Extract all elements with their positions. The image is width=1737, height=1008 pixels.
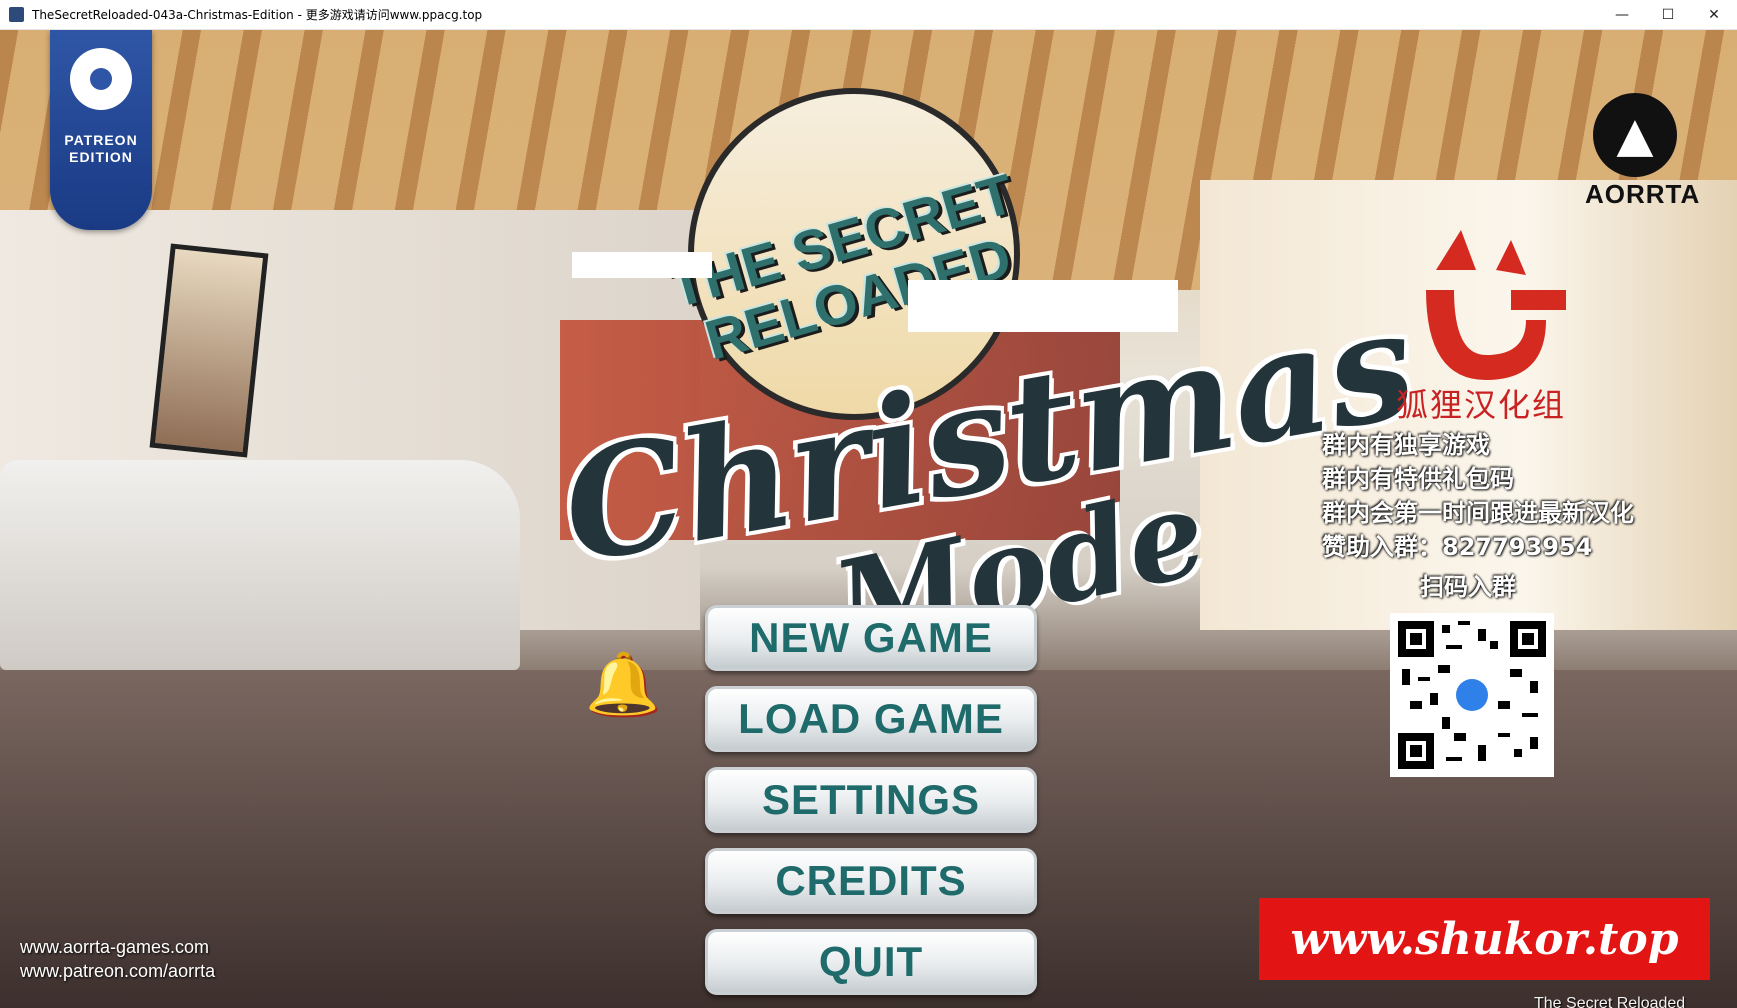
main-menu: NEW GAME LOAD GAME SETTINGS CREDITS QUIT	[705, 605, 1037, 1008]
quit-button[interactable]: QUIT	[705, 929, 1037, 995]
christmas-bells-icon: 🔔	[585, 649, 660, 719]
promo-line: 赞助入群：827793954	[1322, 533, 1593, 561]
qr-code-icon	[1390, 613, 1554, 777]
patreon-badge-line2: EDITION	[69, 149, 133, 165]
redaction-box	[572, 252, 712, 278]
footer-links: www.aorrta-games.com www.patreon.com/aor…	[20, 935, 215, 983]
aorrta-logo-icon: ▲	[1593, 93, 1677, 177]
close-button[interactable]: ✕	[1691, 0, 1737, 29]
window-titlebar: TheSecretReloaded-043a-Christmas-Edition…	[0, 0, 1737, 30]
background-sofa	[0, 460, 520, 670]
credits-button[interactable]: CREDITS	[705, 848, 1037, 914]
patreon-logo-icon	[70, 48, 132, 110]
studio-logo-text: AORRTA	[1585, 179, 1701, 209]
version-label: The Secret Reloaded v.0.4.3.a	[1534, 995, 1686, 1008]
patreon-badge-text: PATREON EDITION	[64, 132, 137, 166]
minimize-button[interactable]: —	[1599, 0, 1645, 29]
load-game-button[interactable]: LOAD GAME	[705, 686, 1037, 752]
app-icon	[9, 7, 24, 22]
watermark-banner: www.shukor.top	[1259, 898, 1710, 980]
translator-group-name: 狐狸汉化组	[1396, 386, 1567, 424]
game-scene: PATREON EDITION THE SECRET RELOADED Chri…	[0, 30, 1737, 1008]
fox-logo-icon	[1426, 230, 1566, 380]
maximize-button[interactable]: ☐	[1645, 0, 1691, 29]
promo-line: 群内有特供礼包码	[1322, 465, 1514, 493]
website-link[interactable]: www.aorrta-games.com	[20, 935, 215, 959]
settings-button[interactable]: SETTINGS	[705, 767, 1037, 833]
patreon-badge-line1: PATREON	[64, 132, 138, 148]
studio-logo: ▲ AORRTA	[1585, 93, 1701, 210]
qr-label: 扫码入群	[1420, 573, 1516, 601]
new-game-button[interactable]: NEW GAME	[705, 605, 1037, 671]
translator-promo: 群内有独享游戏 群内有特供礼包码 群内会第一时间跟进最新汉化 赞助入群：8277…	[1322, 428, 1634, 564]
window-controls: — ☐ ✕	[1599, 0, 1737, 29]
patreon-edition-badge: PATREON EDITION	[50, 30, 152, 230]
window-title: TheSecretReloaded-043a-Christmas-Edition…	[32, 8, 483, 22]
patreon-link[interactable]: www.patreon.com/aorrta	[20, 959, 215, 983]
promo-line: 群内有独享游戏	[1322, 431, 1490, 459]
promo-line: 群内会第一时间跟进最新汉化	[1322, 499, 1634, 527]
